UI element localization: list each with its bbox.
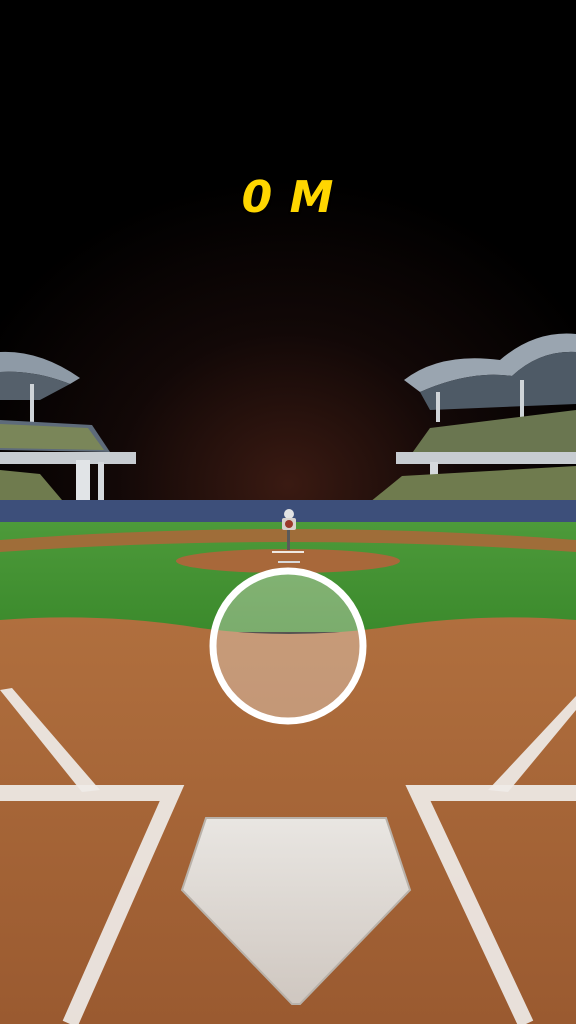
game-scene[interactable]: 0 M: [0, 0, 576, 1024]
aim-reticle[interactable]: [0, 0, 576, 1024]
distance-readout: 0 M: [0, 172, 576, 223]
distance-value: 0: [241, 172, 274, 223]
distance-unit: M: [289, 172, 335, 223]
aim-circle-icon[interactable]: [209, 567, 367, 725]
